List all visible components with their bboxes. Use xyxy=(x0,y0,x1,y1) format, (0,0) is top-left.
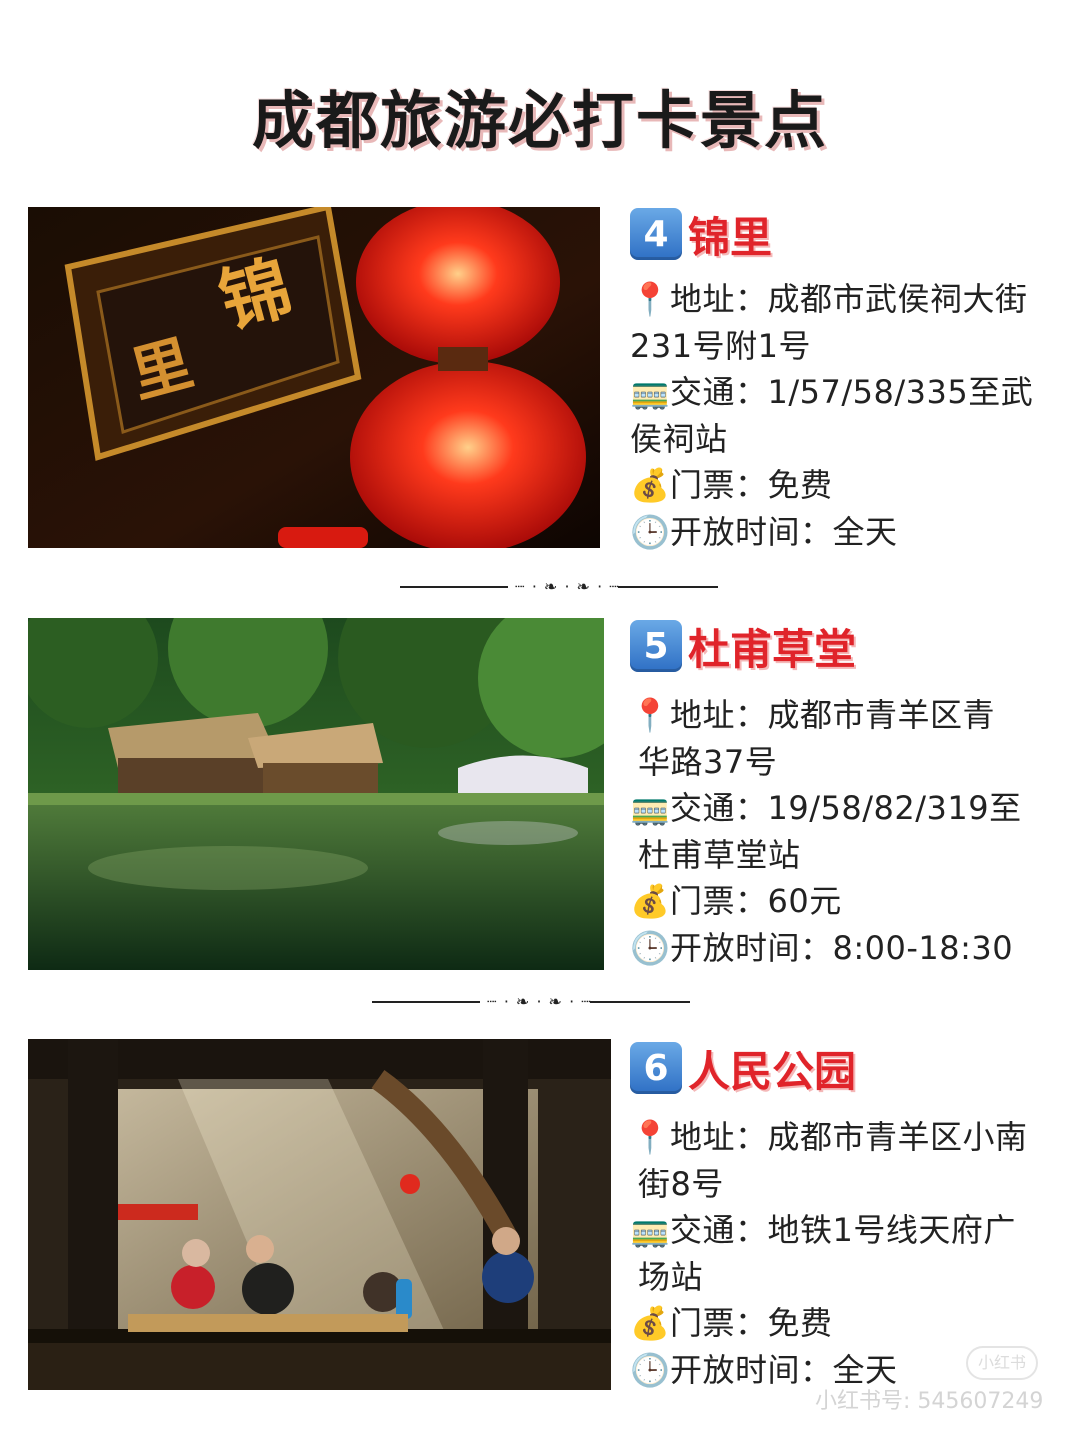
divider-ornament-icon: ┈ ⋅ ❧ ⋅ ❧ ⋅ ┈ xyxy=(515,577,620,596)
ticket-line: 💰门票：免费 xyxy=(630,1300,1060,1347)
transport-line-cont: 侯祠站 xyxy=(630,419,728,458)
transport-line-cont: 杜甫草堂站 xyxy=(638,835,801,874)
transport-line: 🚃交通：19/58/82/319至 xyxy=(630,785,1060,832)
peoples-park-info: 6 人民公园 📍地址：成都市青羊区小南 街8号 🚃交通：地铁1号线天府广 场站 … xyxy=(630,1040,1060,1393)
divider-ornament-icon: ┈ ⋅ ❧ ⋅ ❧ ⋅ ┈ xyxy=(487,992,592,1011)
tram-icon: 🚃 xyxy=(630,789,671,827)
ticket-line: 💰门票：60元 xyxy=(630,878,1060,925)
money-bag-icon: 💰 xyxy=(630,882,671,920)
spot-heading: 6 人民公园 xyxy=(630,1040,1060,1096)
hours-line: 🕒开放时间：全天 xyxy=(630,509,1060,556)
ticket-line: 💰门票：免费 xyxy=(630,462,1060,509)
page-title: 成都旅游必打卡景点 xyxy=(251,84,828,157)
clock-icon: 🕒 xyxy=(630,928,671,967)
jinli-info: 4 锦里 📍地址：成都市武侯祠大街 231号附1号 🚃交通：1/57/58/33… xyxy=(630,206,1060,555)
transport-line: 🚃交通：1/57/58/335至武 xyxy=(630,369,1060,416)
transport-line: 🚃交通：地铁1号线天府广 xyxy=(630,1207,1060,1254)
address-line-cont: 231号附1号 xyxy=(630,326,811,365)
spot-name: 锦里 xyxy=(688,212,773,262)
number-badge: 6 xyxy=(630,1042,682,1094)
address-line-cont: 街8号 xyxy=(638,1164,724,1203)
address-line-cont: 华路37号 xyxy=(638,742,778,781)
spot-heading: 4 锦里 xyxy=(630,206,1060,262)
spot-name: 杜甫草堂 xyxy=(688,624,857,674)
address-line: 📍地址：成都市武侯祠大街 xyxy=(630,276,1060,323)
clock-icon: 🕒 xyxy=(630,512,671,551)
hours-line: 🕒开放时间：8:00-18:30 xyxy=(630,925,1060,972)
money-bag-icon: 💰 xyxy=(630,1304,671,1342)
transport-line-cont: 场站 xyxy=(638,1257,704,1296)
watermark-logo: 小红书 xyxy=(966,1346,1038,1380)
number-badge: 5 xyxy=(630,620,682,672)
address-line: 📍地址：成都市青羊区小南 xyxy=(630,1114,1060,1161)
tram-icon: 🚃 xyxy=(630,1211,671,1249)
watermark-id: 小红书号: 545607249 xyxy=(815,1389,1044,1414)
spot-name: 人民公园 xyxy=(688,1046,857,1096)
section-divider: ┈ ⋅ ❧ ⋅ ❧ ⋅ ┈ xyxy=(372,992,690,1012)
tram-icon: 🚃 xyxy=(630,373,671,411)
jinli-photo: 锦 里 xyxy=(28,207,600,548)
dufu-cottage-photo xyxy=(28,618,604,970)
number-badge: 4 xyxy=(630,208,682,260)
pin-icon: 📍 xyxy=(630,280,671,318)
clock-icon: 🕒 xyxy=(630,1350,671,1389)
pin-icon: 📍 xyxy=(630,696,671,734)
section-divider: ┈ ⋅ ❧ ⋅ ❧ ⋅ ┈ xyxy=(400,577,718,597)
spot-heading: 5 杜甫草堂 xyxy=(630,618,1060,674)
address-line: 📍地址：成都市青羊区青 xyxy=(630,692,1060,739)
dufu-cottage-info: 5 杜甫草堂 📍地址：成都市青羊区青 华路37号 🚃交通：19/58/82/31… xyxy=(630,618,1060,971)
pin-icon: 📍 xyxy=(630,1118,671,1156)
peoples-park-photo xyxy=(28,1039,611,1390)
money-bag-icon: 💰 xyxy=(630,466,671,504)
